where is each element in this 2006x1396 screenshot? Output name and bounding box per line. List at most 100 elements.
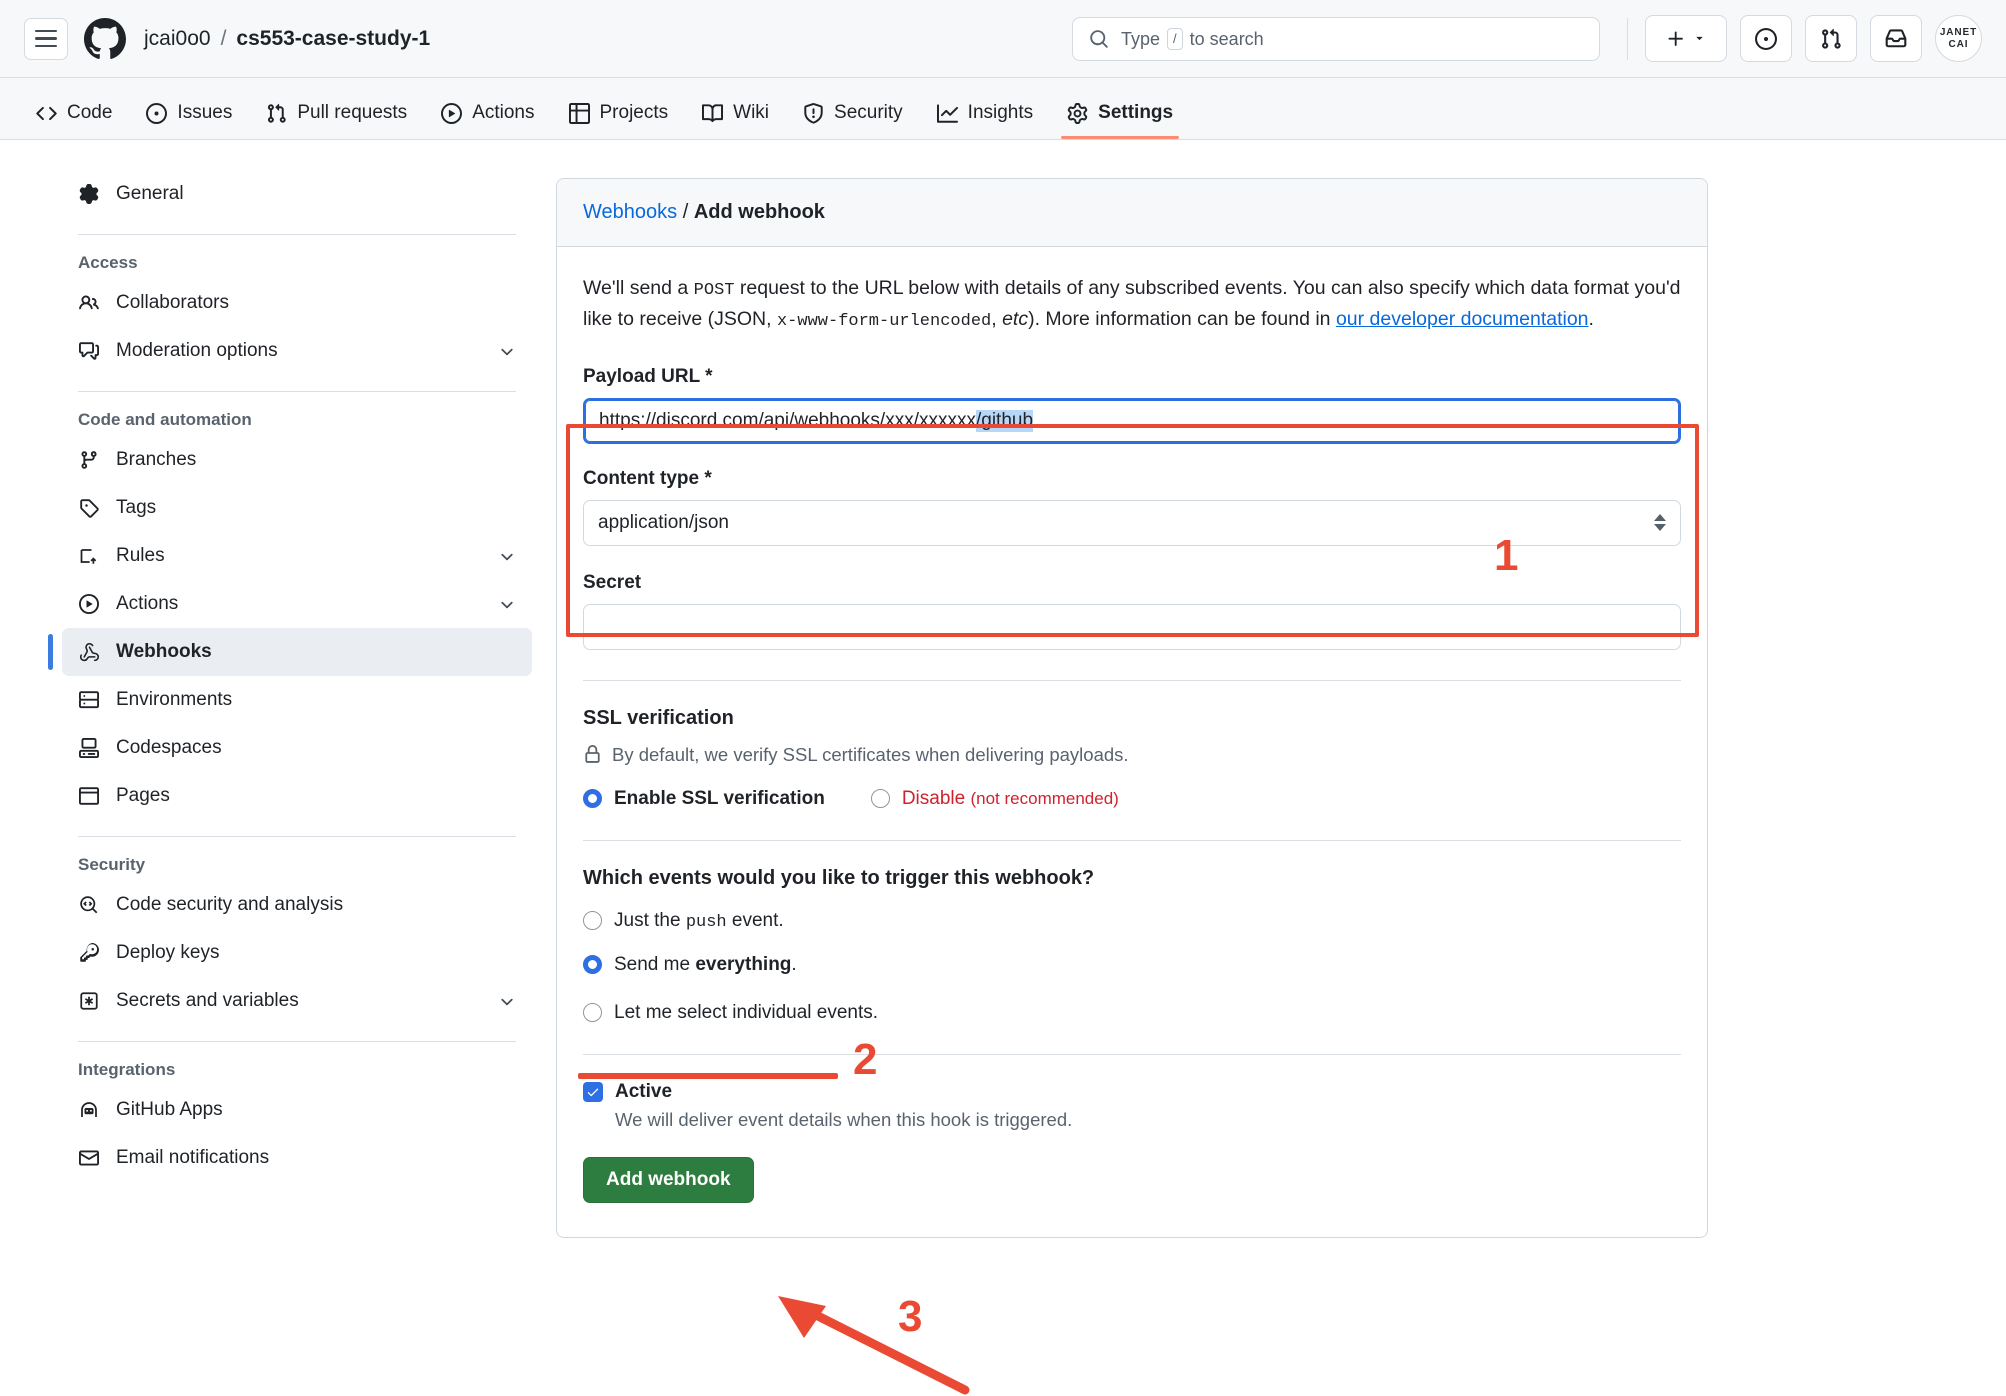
chevron-down-icon [1696,36,1703,41]
avatar[interactable]: JANET CAI [1935,15,1982,62]
sidebar-item-codespaces[interactable]: Codespaces [62,724,532,772]
ssl-note: By default, we verify SSL certificates w… [583,744,1681,766]
sidebar-item-secrets-and-variables[interactable]: Secrets and variables [62,977,532,1025]
avatar-line-2: CAI [1948,38,1969,50]
tab-settings[interactable]: Settings [1053,102,1187,139]
create-new-button[interactable] [1645,15,1727,62]
sidebar-item-label: GitHub Apps [116,1099,223,1120]
radio-button[interactable] [583,911,602,931]
sidebar-item-label: Branches [116,449,197,470]
sidebar-item-label: Actions [116,593,179,614]
comment-discussion-icon [78,341,100,361]
tab-wiki[interactable]: Wiki [688,102,783,139]
tag-icon [78,498,100,518]
tab-label: Settings [1098,102,1174,123]
avatar-line-1: JANET [1939,27,1978,39]
radio-button[interactable] [583,955,602,975]
tab-projects[interactable]: Projects [555,102,683,139]
tab-label: Code [67,102,113,123]
event-option-everything[interactable]: Send me everything. [583,954,1681,976]
check-icon [587,1088,599,1096]
ssl-verification-title: SSL verification [583,706,734,729]
ssl-disable-label: Disable (not recommended) [901,787,1119,809]
tab-insights[interactable]: Insights [923,102,1047,139]
payload-url-input[interactable]: https://discord.com/api/webhooks/xxx/xxx… [583,397,1681,444]
repo-name-link[interactable]: cs553-case-study-1 [236,27,430,51]
radio-button[interactable] [583,789,602,809]
settings-sidebar: General Access Collaborators Moderation … [48,170,532,1182]
book-icon [702,103,724,122]
sidebar-divider [78,836,516,837]
chevron-down-icon[interactable] [498,992,516,1010]
sidebar-group-code-and-automation: Code and automation [78,410,252,429]
event-option-individual[interactable]: Let me select individual events. [583,1002,1681,1024]
panel-body: We'll send a POST request to the URL bel… [557,247,1707,1237]
tab-label: Actions [472,102,535,123]
tab-pull-requests[interactable]: Pull requests [252,102,421,139]
sidebar-item-email-notifications[interactable]: Email notifications [62,1134,532,1182]
developer-documentation-link[interactable]: our developer documentation [1336,308,1589,330]
content-type-field-group: Content type * application/json [583,468,1681,546]
active-checkbox-row[interactable]: Active [583,1081,1681,1103]
ssl-radio-group: Enable SSL verification Disable (not rec… [583,788,1681,810]
sidebar-item-label: Deploy keys [116,942,220,963]
payload-url-field-group: Payload URL * https://discord.com/api/we… [583,366,1681,444]
content-type-select[interactable]: application/json [583,499,1681,546]
issues-button[interactable] [1740,15,1792,62]
annotation-arrow-3 [778,1296,970,1395]
chevron-down-icon[interactable] [498,342,516,360]
content-type-label: Content type * [583,467,712,489]
tab-issues[interactable]: Issues [132,102,246,139]
ssl-note-text: By default, we verify SSL certificates w… [612,743,1129,765]
tab-security[interactable]: Security [789,102,917,139]
code-scan-icon [78,895,100,915]
active-checkbox[interactable] [583,1081,603,1102]
search-input[interactable]: Type / to search [1072,17,1600,61]
graph-icon [936,103,958,123]
sidebar-item-deploy-keys[interactable]: Deploy keys [62,929,532,977]
sidebar-item-label: Environments [116,689,233,710]
tab-label: Projects [599,102,669,123]
repo-owner-link[interactable]: jcai0o0 [144,27,211,51]
tab-actions[interactable]: Actions [427,102,548,139]
search-icon [1090,30,1108,48]
active-note: We will deliver event details when this … [615,1108,1073,1130]
sidebar-item-moderation-options[interactable]: Moderation options [62,327,532,375]
tab-label: Security [834,102,903,123]
pull-requests-button[interactable] [1805,15,1857,62]
sidebar-item-collaborators[interactable]: Collaborators [62,279,532,327]
chevron-down-icon[interactable] [498,547,516,565]
radio-button[interactable] [870,789,890,809]
webhooks-breadcrumb-link[interactable]: Webhooks [583,201,677,223]
sidebar-item-actions[interactable]: Actions [62,580,532,628]
table-icon [568,102,590,124]
sidebar-item-tags[interactable]: Tags [62,484,532,532]
ssl-enable-option[interactable]: Enable SSL verification [583,788,825,810]
inbox-button[interactable] [1870,15,1922,62]
add-webhook-button[interactable]: Add webhook [583,1156,754,1203]
sidebar-group-integrations: Integrations [78,1060,176,1079]
sidebar-item-environments[interactable]: Environments [62,676,532,724]
sidebar-item-general[interactable]: General [62,170,532,218]
not-recommended-text: (not recommended) [970,788,1119,808]
sidebar-item-code-security-and-analysis[interactable]: Code security and analysis [62,881,532,929]
sidebar-item-rules[interactable]: Rules [62,532,532,580]
play-icon [441,102,463,124]
hamburger-menu-icon[interactable] [24,17,68,60]
people-icon [78,293,100,313]
sidebar-item-branches[interactable]: Branches [62,436,532,484]
panel-breadcrumb: Webhooks / Add webhook [557,179,1707,247]
event-option-push[interactable]: Just the push event. [583,910,1681,932]
tab-label: Insights [967,102,1034,123]
sidebar-item-github-apps[interactable]: GitHub Apps [62,1086,532,1134]
sidebar-item-pages[interactable]: Pages [62,772,532,820]
radio-button[interactable] [583,1003,602,1023]
chevron-down-icon[interactable] [498,595,516,613]
secret-input[interactable] [583,603,1681,650]
section-divider [583,1053,1681,1055]
ssl-disable-option[interactable]: Disable (not recommended) [870,787,1119,810]
sidebar-item-webhooks[interactable]: Webhooks [48,628,532,676]
github-logo-icon[interactable] [84,17,126,60]
section-divider [583,679,1681,681]
tab-code[interactable]: Code [22,102,126,139]
